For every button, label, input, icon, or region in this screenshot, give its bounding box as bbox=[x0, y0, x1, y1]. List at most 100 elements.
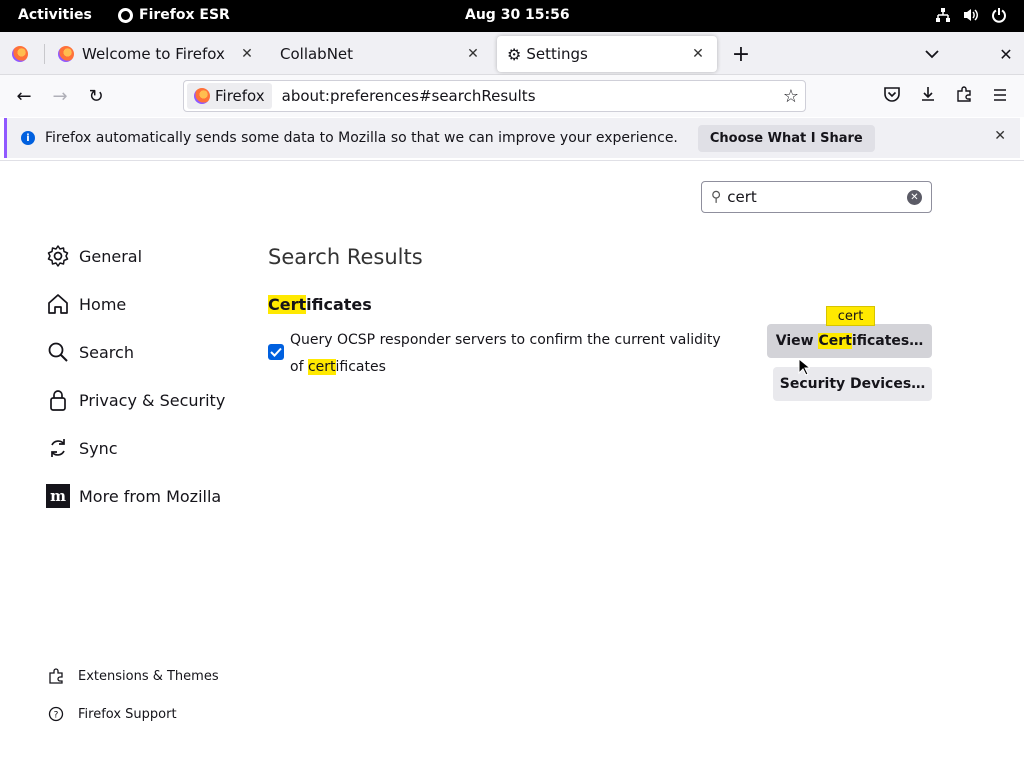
sidebar-item-sync[interactable]: Sync bbox=[46, 434, 118, 462]
sidebar-item-label: Sync bbox=[79, 438, 118, 458]
lock-icon bbox=[46, 388, 70, 412]
view-btn-b: ificates… bbox=[851, 333, 924, 349]
puzzle-icon bbox=[48, 668, 64, 684]
gear-icon bbox=[46, 244, 70, 268]
view-certificates-button[interactable]: View Cert ificates… bbox=[767, 324, 932, 358]
search-highlight: Cert bbox=[268, 295, 307, 314]
search-match-badge: cert bbox=[826, 306, 875, 326]
tab-collabnet[interactable]: CollabNet ✕ bbox=[270, 36, 492, 72]
security-devices-button[interactable]: Security Devices… bbox=[773, 367, 932, 401]
activities-button[interactable]: Activities bbox=[18, 7, 92, 23]
search-highlight: cert bbox=[307, 359, 336, 375]
close-window-button[interactable]: ✕ bbox=[992, 36, 1020, 72]
app-menu[interactable]: Firefox ESR bbox=[118, 7, 230, 23]
view-btn-a: View bbox=[775, 333, 819, 349]
bookmark-star-icon[interactable]: ☆ bbox=[777, 86, 805, 107]
puzzle-icon bbox=[956, 85, 972, 107]
system-top-bar: Activities Firefox ESR Aug 30 15:56 bbox=[0, 0, 1024, 32]
sidebar-item-label: Home bbox=[79, 294, 127, 314]
divider bbox=[0, 160, 1024, 161]
tab-settings[interactable]: ⚙ Settings ✕ bbox=[497, 36, 717, 72]
search-value[interactable]: cert bbox=[727, 188, 907, 206]
ocsp-checkbox[interactable] bbox=[268, 344, 284, 360]
back-arrow-icon: ← bbox=[16, 85, 32, 107]
data-reporting-notification: i Firefox automatically sends some data … bbox=[4, 118, 1020, 158]
sidebar-item-label: General bbox=[79, 246, 143, 266]
close-tab-icon[interactable]: ✕ bbox=[238, 45, 256, 63]
extensions-button[interactable] bbox=[950, 83, 978, 109]
close-tab-icon[interactable]: ✕ bbox=[689, 45, 707, 63]
navigation-toolbar: ← → ↻ Firefox about:preferences#searchRe… bbox=[0, 75, 1024, 117]
tab-strip: Welcome to Firefox ✕ CollabNet ✕ ⚙ Setti… bbox=[0, 32, 1024, 75]
gear-icon: ⚙ bbox=[507, 44, 522, 64]
tab-label: CollabNet bbox=[280, 45, 354, 63]
network-icon bbox=[934, 6, 952, 24]
downloads-button[interactable] bbox=[914, 83, 942, 109]
notification-message: Firefox automatically sends some data to… bbox=[45, 130, 678, 146]
sidebar-item-general[interactable]: General bbox=[46, 242, 142, 270]
search-highlight: Cert bbox=[818, 333, 852, 349]
checkmark-icon bbox=[270, 347, 282, 357]
firefox-support-link[interactable]: ? Firefox Support bbox=[48, 704, 177, 724]
sync-icon bbox=[46, 436, 70, 460]
home-icon bbox=[46, 292, 70, 316]
sidebar-item-privacy[interactable]: Privacy & Security bbox=[46, 386, 225, 414]
firefox-identity-icon bbox=[194, 88, 210, 104]
info-icon: i bbox=[21, 131, 35, 145]
clock[interactable]: Aug 30 15:56 bbox=[465, 7, 570, 23]
mouse-cursor-icon bbox=[798, 357, 812, 380]
tab-separator bbox=[44, 44, 45, 64]
reload-icon: ↻ bbox=[88, 85, 104, 107]
volume-icon bbox=[962, 6, 980, 24]
pocket-button[interactable] bbox=[878, 83, 906, 109]
app-name: Firefox ESR bbox=[139, 7, 230, 23]
choose-what-i-share-button[interactable]: Choose What I Share bbox=[697, 124, 875, 152]
identity-label: Firefox bbox=[215, 87, 265, 105]
ocsp-checkbox-label[interactable]: Query OCSP responder servers to confirm … bbox=[290, 327, 730, 381]
footer-link-label: Firefox Support bbox=[78, 706, 177, 722]
svg-text:?: ? bbox=[54, 711, 59, 721]
sidebar-item-home[interactable]: Home bbox=[46, 290, 126, 318]
back-button[interactable]: ← bbox=[10, 83, 38, 109]
system-tray[interactable] bbox=[934, 6, 1008, 24]
download-icon bbox=[920, 86, 936, 107]
close-tab-icon[interactable]: ✕ bbox=[464, 45, 482, 63]
extensions-themes-link[interactable]: Extensions & Themes bbox=[48, 666, 219, 686]
pocket-icon bbox=[883, 86, 901, 107]
app-menu-button[interactable] bbox=[986, 83, 1014, 109]
sidebar-item-label: More from Mozilla bbox=[79, 486, 222, 506]
ocsp-text-b: ificates bbox=[335, 359, 386, 375]
sidebar-item-search[interactable]: Search bbox=[46, 338, 134, 366]
certificates-heading: Certificates bbox=[268, 295, 372, 314]
settings-search-input[interactable]: ⚲ cert ✕ bbox=[701, 181, 932, 213]
heading-rest: ificates bbox=[306, 295, 372, 314]
power-icon bbox=[990, 6, 1008, 24]
sidebar-item-more-from-mozilla[interactable]: m More from Mozilla bbox=[46, 482, 221, 510]
tab-welcome[interactable]: Welcome to Firefox ✕ bbox=[48, 36, 266, 72]
close-notification-icon[interactable]: ✕ bbox=[994, 128, 1006, 144]
tab-label: Settings bbox=[526, 45, 588, 63]
svg-text:m: m bbox=[50, 487, 66, 505]
chevron-down-icon bbox=[925, 45, 939, 63]
new-tab-button[interactable]: + bbox=[727, 36, 755, 72]
firefox-view-icon bbox=[12, 46, 28, 62]
page-title: Search Results bbox=[268, 245, 423, 269]
url-text[interactable]: about:preferences#searchResults bbox=[282, 87, 777, 105]
sidebar-item-label: Search bbox=[79, 342, 134, 362]
identity-box[interactable]: Firefox bbox=[187, 83, 272, 109]
hamburger-menu-icon bbox=[992, 86, 1008, 107]
search-icon: ⚲ bbox=[711, 189, 722, 205]
url-bar[interactable]: Firefox about:preferences#searchResults … bbox=[183, 80, 806, 112]
sidebar-item-label: Privacy & Security bbox=[79, 390, 226, 410]
forward-arrow-icon: → bbox=[52, 85, 68, 107]
forward-button[interactable]: → bbox=[46, 83, 74, 109]
firefox-icon bbox=[118, 7, 133, 23]
firefox-favicon-icon bbox=[58, 46, 74, 62]
footer-link-label: Extensions & Themes bbox=[78, 668, 219, 684]
firefox-view-button[interactable] bbox=[4, 36, 42, 72]
list-all-tabs-button[interactable] bbox=[918, 36, 946, 72]
clear-search-icon[interactable]: ✕ bbox=[907, 189, 922, 205]
plus-icon: + bbox=[731, 41, 751, 67]
reload-button[interactable]: ↻ bbox=[82, 83, 110, 109]
search-icon bbox=[46, 340, 70, 364]
